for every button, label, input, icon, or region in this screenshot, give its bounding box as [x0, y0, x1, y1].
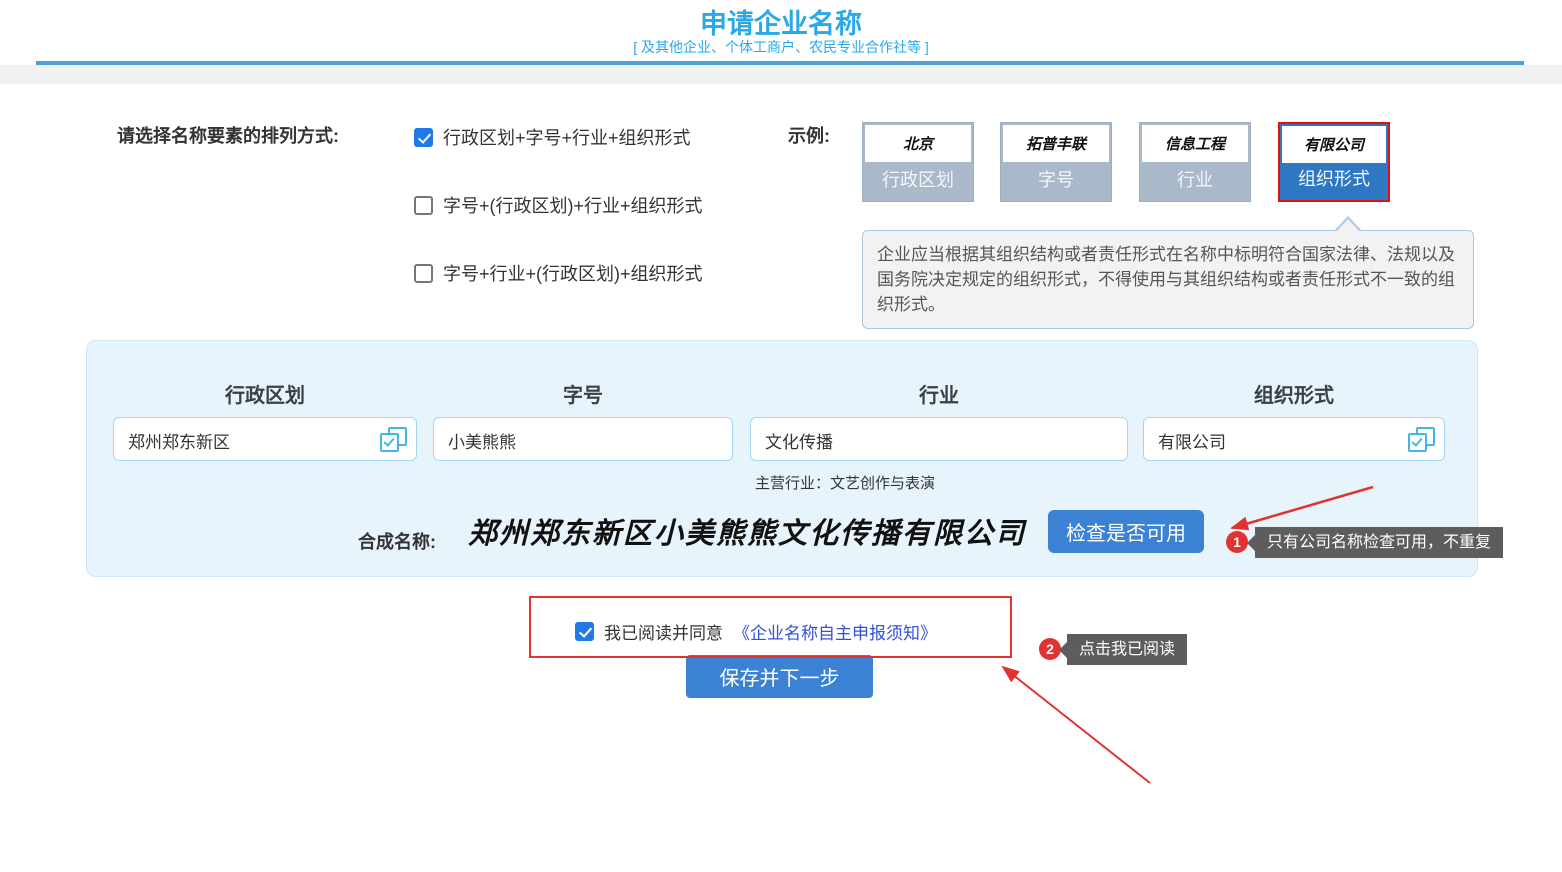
example-box-industry: 信息工程 行业	[1139, 122, 1251, 202]
declaration-notice-link[interactable]: 《企业名称自主申报须知》	[733, 619, 937, 644]
toolbar-strip	[0, 65, 1562, 84]
arrangement-option-3[interactable]: 字号+行业+(行政区划)+组织形式	[414, 260, 703, 286]
industry-input[interactable]	[763, 418, 1083, 462]
region-field[interactable]	[113, 417, 417, 461]
example-box-value: 信息工程	[1142, 125, 1248, 162]
example-box-category: 字号	[1001, 161, 1111, 201]
picker-check-square	[380, 433, 399, 452]
example-box-category: 组织形式	[1280, 160, 1388, 200]
orgform-field[interactable]	[1143, 417, 1445, 461]
example-box-category: 行政区划	[863, 161, 973, 201]
step-2-tooltip: 点击我已阅读	[1067, 634, 1187, 665]
region-picker-icon[interactable]	[380, 427, 407, 452]
save-next-button[interactable]: 保存并下一步	[686, 655, 873, 698]
orgform-note: 企业应当根据其组织结构或者责任形式在名称中标明符合国家法律、法规以及国务院决定规…	[862, 230, 1474, 329]
arrangement-option-2[interactable]: 字号+(行政区划)+行业+组织形式	[414, 192, 703, 218]
example-label: 示例:	[788, 122, 830, 148]
tradename-input[interactable]	[446, 418, 688, 462]
note-caret-fill	[1336, 219, 1360, 232]
arrangement-option-label: 行政区划+字号+行业+组织形式	[443, 124, 691, 150]
arrangement-option-1[interactable]: 行政区划+字号+行业+组织形式	[414, 124, 691, 150]
composed-name-label: 合成名称:	[358, 528, 436, 554]
example-box-category: 行业	[1140, 161, 1250, 201]
main-industry-note: 主营行业：文艺创作与表演	[755, 472, 935, 493]
step-1-tooltip: 只有公司名称检查可用，不重复	[1255, 527, 1503, 558]
column-header-region: 行政区划	[113, 379, 417, 408]
agreement-checkbox-checked-icon[interactable]	[575, 622, 594, 641]
composed-name-value: 郑州郑东新区小美熊熊文化传播有限公司	[468, 510, 1038, 552]
example-box-value: 有限公司	[1282, 126, 1386, 163]
tradename-field[interactable]	[433, 417, 733, 461]
picker-check-square	[1408, 433, 1427, 452]
checkbox-checked-icon[interactable]	[414, 128, 433, 147]
industry-field[interactable]	[750, 417, 1128, 461]
page-title: 申请企业名称	[0, 2, 1562, 41]
page-subtitle: [ 及其他企业、个体工商户、农民专业合作社等 ]	[0, 37, 1562, 57]
example-box-tradename: 拓普丰联 字号	[1000, 122, 1112, 202]
example-box-value: 拓普丰联	[1003, 125, 1109, 162]
check-availability-button[interactable]: 检查是否可用	[1048, 510, 1204, 553]
region-input[interactable]	[126, 418, 372, 462]
arrangement-option-label: 字号+(行政区划)+行业+组织形式	[443, 192, 703, 218]
checkbox-unchecked-icon[interactable]	[414, 264, 433, 283]
agreement-text: 我已阅读并同意	[604, 619, 723, 644]
column-header-orgform: 组织形式	[1143, 379, 1445, 408]
red-arrow-agreement	[1003, 667, 1150, 783]
example-box-orgform-highlighted: 有限公司 组织形式	[1278, 122, 1390, 202]
column-header-industry: 行业	[750, 379, 1128, 408]
checkbox-unchecked-icon[interactable]	[414, 196, 433, 215]
orgform-picker-icon[interactable]	[1408, 427, 1435, 452]
example-box-region: 北京 行政区划	[862, 122, 974, 202]
step-2-badge: 2	[1039, 638, 1061, 660]
column-header-tradename: 字号	[433, 379, 733, 408]
example-box-value: 北京	[865, 125, 971, 162]
orgform-input[interactable]	[1156, 418, 1400, 462]
step-1-badge: 1	[1226, 531, 1248, 553]
apply-company-name-page: 申请企业名称 [ 及其他企业、个体工商户、农民专业合作社等 ] 请选择名称要素的…	[0, 0, 1562, 872]
agreement-row[interactable]: 我已阅读并同意 《企业名称自主申报须知》	[575, 619, 937, 644]
arrangement-option-label: 字号+行业+(行政区划)+组织形式	[443, 260, 703, 286]
arrangement-label: 请选择名称要素的排列方式:	[117, 122, 339, 148]
